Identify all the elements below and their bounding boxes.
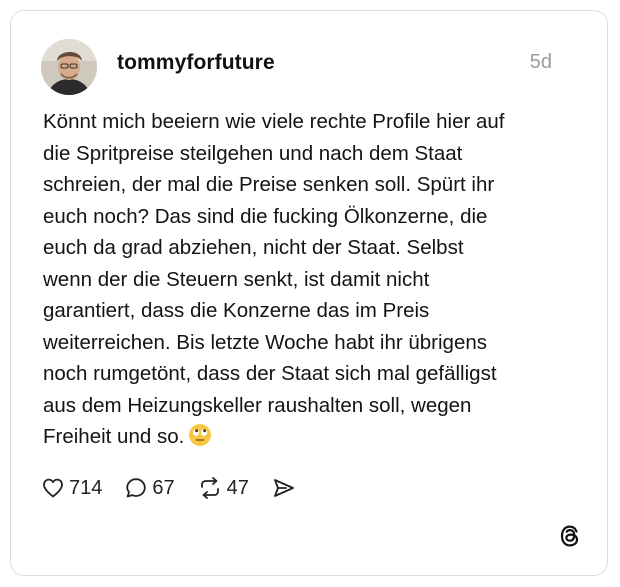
comment-button[interactable]: 67 [124,476,175,500]
like-count: 714 [69,476,103,499]
post-line: die Spritpreise steilgehen und nach dem … [43,141,463,165]
avatar[interactable] [41,39,97,95]
post-actions: 714 67 47 [41,473,319,503]
post-line: weiterreichen. Bis letzte Woche habt ihr… [43,330,488,354]
post-line: noch rumgetönt, dass der Staat sich mal … [43,362,497,385]
post-line-last: Freiheit und so. [43,421,573,457]
comment-icon [126,478,147,498]
post-body: Könnt mich beeiern wie viele rechte Prof… [43,106,573,457]
share-icon [273,479,294,497]
post-line-text: Freiheit und so. [43,425,185,448]
face-with-rolling-eyes-icon [188,423,212,457]
username[interactable]: tommyforfuture [117,51,275,75]
repost-icon [200,477,219,499]
heart-icon [43,478,63,498]
post-line: euch noch? Das sind die fucking Ölkonzer… [43,204,488,228]
post-line: euch da grad abziehen, nicht der Staat. … [43,236,464,259]
threads-logo-icon [557,523,583,549]
like-button[interactable]: 714 [41,476,102,500]
post-timestamp: 5d [529,51,552,73]
comment-count: 67 [152,476,175,499]
post-line: aus dem Heizungskeller raushalten soll, … [43,393,472,417]
post-line: wenn der die Steuern senkt, ist damit ni… [43,267,430,291]
post-card: tommyforfuture 5d Könnt mich beeiern wie… [10,10,608,576]
post-line: Könnt mich beeiern wie viele rechte Prof… [43,110,505,133]
repost-button[interactable]: 47 [197,476,249,500]
share-button[interactable] [271,476,297,500]
post-line: garantiert, dass die Konzerne das im Pre… [43,299,430,322]
repost-count: 47 [226,476,249,499]
post-line: schreien, der mal die Preise senken soll… [43,173,495,196]
